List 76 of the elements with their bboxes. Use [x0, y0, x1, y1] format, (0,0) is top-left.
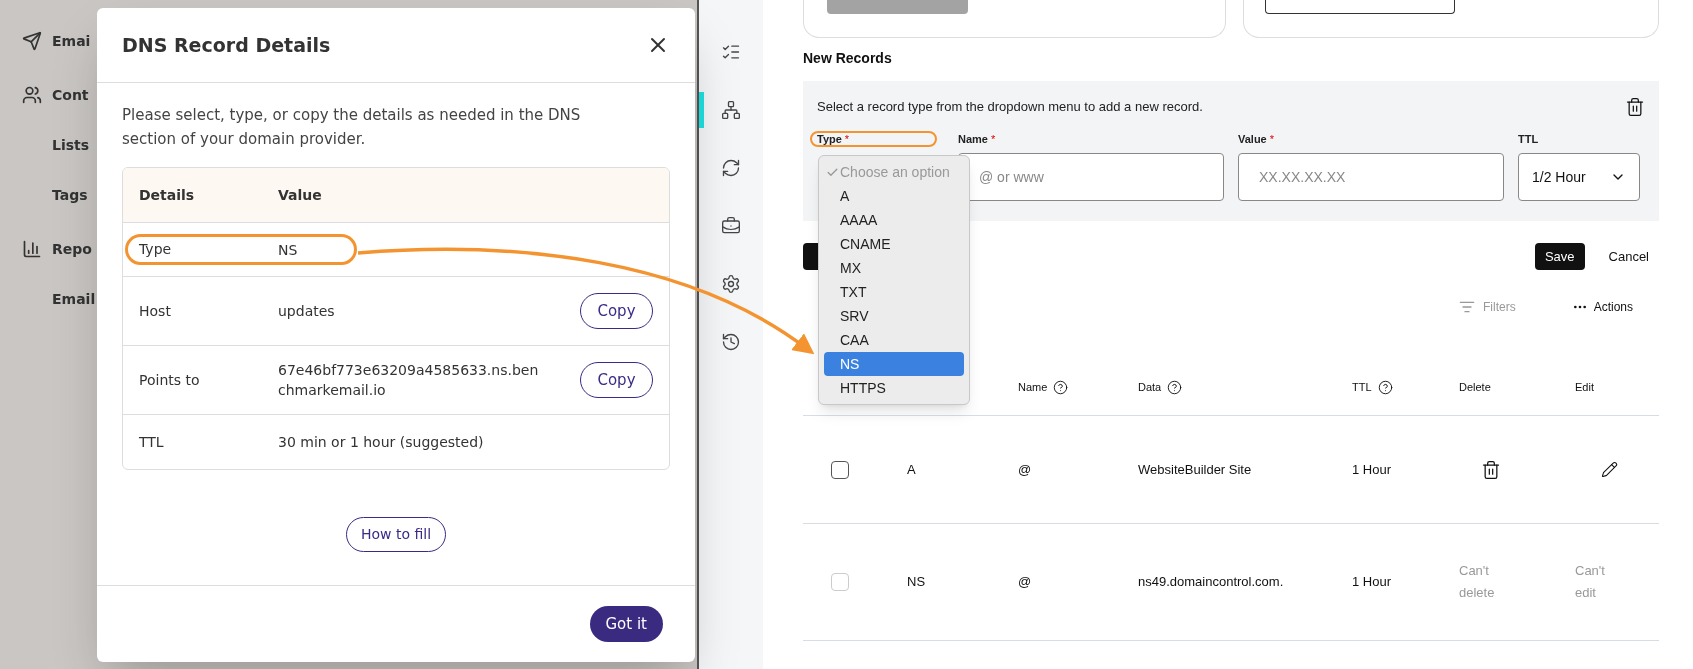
dialog-intro: Please select, type, or copy the details as needed in the DNS section of your domain provider. — [122, 105, 582, 150]
table-cell-text: 1 Hour — [1352, 460, 1393, 479]
help-icon[interactable] — [1167, 380, 1183, 395]
briefcase-icon[interactable] — [721, 216, 741, 236]
table-cell-text: @ — [1018, 460, 1033, 479]
column-header: Details — [139, 185, 196, 205]
dropdown-option[interactable]: CNAME — [824, 232, 964, 256]
transfer-icon[interactable] — [721, 158, 741, 178]
history-icon[interactable] — [721, 332, 741, 352]
sidebar-item[interactable]: Cont — [52, 84, 89, 106]
send-icon — [22, 31, 42, 51]
help-icon[interactable] — [1053, 380, 1069, 395]
dropdown-option[interactable]: NS — [824, 352, 964, 376]
section-title: New Records — [803, 49, 893, 68]
dropdown-option[interactable]: AAAA — [824, 208, 964, 232]
field-label: TTL — [1518, 131, 1539, 147]
dropdown-option[interactable]: CAA — [824, 328, 964, 352]
sidebar-item[interactable]: Email — [52, 288, 96, 310]
column-header: Name — [1018, 380, 1048, 396]
required-mark: * — [1269, 131, 1275, 147]
column-header: Value — [278, 185, 322, 205]
dropdown-option[interactable]: MX — [824, 256, 964, 280]
checkbox[interactable] — [831, 460, 849, 479]
detail-label: Type — [139, 240, 173, 259]
sidebar-item[interactable]: Repo — [52, 238, 92, 260]
people-icon — [22, 85, 42, 105]
table-cell-text: NS — [907, 573, 927, 592]
filter-icon[interactable] — [1458, 299, 1475, 315]
table-cell-text: Can't edit — [1575, 562, 1606, 602]
got-it-button[interactable]: Got it — [589, 606, 663, 642]
table-cell-text: WebsiteBuilder Site — [1138, 460, 1253, 479]
detail-label: Points to — [139, 370, 201, 390]
sidebar-item[interactable]: Tags — [52, 184, 88, 206]
sidebar-item[interactable]: Emai — [52, 30, 91, 52]
text-field[interactable]: @ or www — [958, 153, 1224, 201]
column-header: Data — [1138, 380, 1162, 396]
instruction-text: Select a record type from the dropdown menu to add a new record. — [817, 98, 1203, 117]
ttl-select[interactable]: 1/2 Hour — [1518, 153, 1640, 201]
dialog-title: DNS Record Details — [122, 32, 331, 58]
settings-icon[interactable] — [721, 274, 741, 294]
detail-label: Host — [139, 301, 172, 321]
required-mark: * — [990, 131, 996, 147]
outline-button[interactable] — [1265, 0, 1455, 14]
detail-value: 67e46bf773e63209a4585633.ns.benchmarkemail.io — [278, 361, 540, 400]
save-button[interactable]: Save — [1534, 243, 1585, 270]
field-label: Type — [817, 131, 842, 147]
list-icon[interactable] — [721, 42, 741, 62]
cancel-button[interactable]: Cancel — [1608, 246, 1649, 267]
table-cell-text: A — [907, 460, 917, 479]
column-header: Edit — [1575, 380, 1594, 396]
actions-button[interactable]: Actions — [1593, 298, 1633, 316]
column-header: TTL — [1352, 380, 1372, 396]
table-cell-text: Can't delete — [1459, 562, 1496, 602]
column-header: Delete — [1459, 380, 1491, 396]
text-field[interactable]: XX.XX.XX.XX — [1238, 153, 1504, 201]
field-label: Name — [958, 131, 988, 147]
detail-value: 30 min or 1 hour (suggested) — [278, 433, 485, 452]
active-indicator — [699, 92, 704, 128]
table-cell-text: @ — [1018, 573, 1033, 592]
table-cell-text: 1 Hour — [1352, 573, 1393, 592]
detail-value: updates — [278, 302, 336, 321]
dropdown-option[interactable]: TXT — [824, 280, 964, 304]
trash-icon[interactable] — [1625, 97, 1645, 117]
detail-value: NS — [278, 240, 299, 260]
dropdown-option[interactable]: SRV — [824, 304, 964, 328]
trash-icon[interactable] — [1481, 459, 1501, 480]
required-mark: * — [844, 131, 850, 147]
table-cell-text: ns49.domaincontrol.com. — [1138, 573, 1285, 591]
sitemap-icon[interactable] — [721, 100, 741, 120]
help-icon[interactable] — [1377, 380, 1393, 395]
field-label: Value — [1238, 131, 1267, 147]
bar-chart-icon — [22, 239, 42, 259]
dropdown-option[interactable]: HTTPS — [824, 376, 964, 400]
pencil-icon[interactable] — [1601, 461, 1618, 478]
sidebar-item[interactable]: Lists — [52, 134, 90, 156]
detail-label: TTL — [139, 432, 165, 452]
